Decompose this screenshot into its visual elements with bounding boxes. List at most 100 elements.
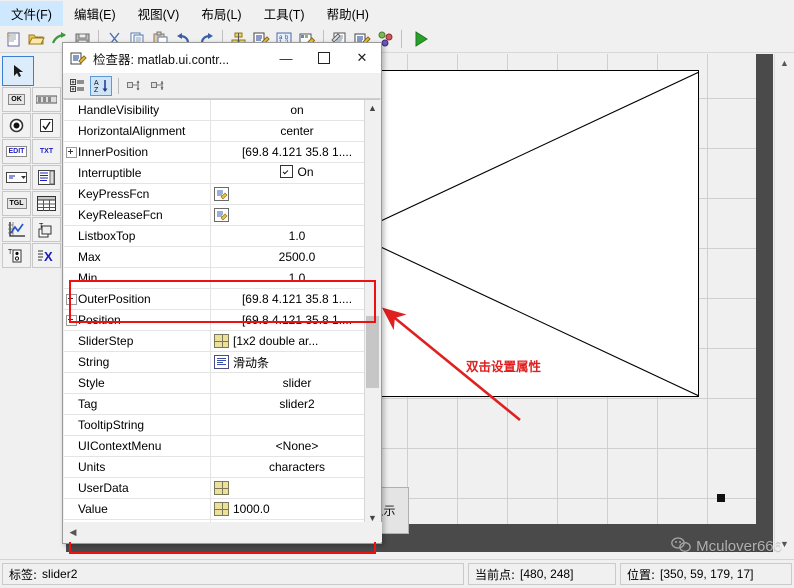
minimize-button[interactable]: —: [267, 44, 305, 73]
inspector-horizontal-scrollbar[interactable]: ◀: [64, 522, 382, 542]
figure-resize-handle[interactable]: [717, 494, 725, 502]
property-grid[interactable]: HandleVisibility on▼ HorizontalAlignment ce…: [64, 99, 380, 525]
property-value-cell[interactable]: [69.8 4.121 35.8 1....․․․․: [210, 141, 380, 163]
slider-icon[interactable]: [32, 87, 61, 112]
menu-tools[interactable]: 工具(T): [253, 1, 316, 26]
property-row[interactable]: Position [69.8 4.121 35.8 1....․․․․: [64, 309, 380, 331]
property-row[interactable]: SliderStep [1x2 double ar...: [64, 330, 380, 352]
annotation-text: 双击设置属性: [466, 359, 542, 374]
property-value-cell[interactable]: [210, 204, 380, 226]
checkbox-icon[interactable]: [280, 165, 294, 179]
property-row[interactable]: Min 1.0: [64, 267, 380, 289]
array-editor-icon[interactable]: [214, 481, 229, 495]
property-value-cell[interactable]: 滑动条: [210, 351, 380, 373]
pointer-icon[interactable]: [2, 56, 34, 86]
property-row[interactable]: ListboxTop 1.0: [64, 225, 380, 247]
property-value-cell[interactable]: On: [210, 162, 380, 184]
string-editor-icon[interactable]: [214, 355, 229, 369]
row-spacer: [64, 247, 78, 268]
property-value-cell[interactable]: 2500.0: [210, 246, 380, 268]
property-row[interactable]: String 滑动条: [64, 351, 380, 373]
expand-icon[interactable]: [64, 310, 78, 331]
toggle-button-icon[interactable]: TGL: [2, 191, 31, 216]
inspector-title-bar[interactable]: 检查器: matlab.ui.contr... — ✕: [63, 43, 381, 74]
grid-scroll-up-icon[interactable]: ▲: [365, 100, 380, 115]
property-name: SliderStep: [78, 334, 134, 348]
property-value-cell[interactable]: <None>▼: [210, 435, 380, 457]
property-row[interactable]: OuterPosition [69.8 4.121 35.8 1....․․․․: [64, 288, 380, 310]
expand-icon[interactable]: [64, 142, 78, 163]
check-box-icon[interactable]: [32, 113, 61, 138]
run-icon[interactable]: [410, 28, 432, 50]
property-row[interactable]: KeyPressFcn: [64, 183, 380, 205]
menu-help[interactable]: 帮助(H): [316, 1, 380, 26]
property-value-cell[interactable]: [69.8 4.121 35.8 1....․․․․: [210, 288, 380, 310]
property-row[interactable]: KeyReleaseFcn: [64, 204, 380, 226]
expand-all-icon[interactable]: [123, 76, 145, 96]
property-value-cell[interactable]: characters▼: [210, 456, 380, 478]
property-grid-scrollbar[interactable]: ▲ ▼: [364, 100, 380, 525]
property-value-cell[interactable]: on▼: [210, 100, 380, 121]
axes-icon[interactable]: [2, 217, 31, 242]
property-value-cell[interactable]: [69.8 4.121 35.8 1....․․․․: [210, 309, 380, 331]
close-button[interactable]: ✕: [343, 44, 381, 73]
grid-scroll-thumb[interactable]: [366, 316, 379, 388]
property-value-cell[interactable]: [210, 477, 380, 499]
function-handle-icon[interactable]: [214, 208, 229, 222]
menu-file[interactable]: 文件(F): [0, 0, 63, 26]
button-group-icon[interactable]: T: [2, 243, 31, 268]
property-value-cell[interactable]: [1x2 double ar...: [210, 330, 380, 352]
menu-layout[interactable]: 布局(L): [190, 1, 252, 26]
menu-edit[interactable]: 编辑(E): [63, 1, 127, 26]
canvas-vertical-scrollbar[interactable]: ▲ ▼: [774, 54, 794, 552]
property-row[interactable]: UIContextMenu <None>▼: [64, 435, 380, 457]
property-value-cell[interactable]: slider2: [210, 393, 380, 415]
array-editor-icon[interactable]: [214, 334, 229, 348]
property-row[interactable]: Style slider▼: [64, 372, 380, 394]
row-spacer: [64, 352, 78, 373]
property-row[interactable]: TooltipString: [64, 414, 380, 436]
property-value-cell[interactable]: 1.0: [210, 225, 380, 247]
property-row[interactable]: HorizontalAlignment center▼: [64, 120, 380, 142]
sort-alphabetically-icon[interactable]: AZ: [90, 76, 112, 96]
property-name: Position: [78, 313, 121, 327]
scroll-up-icon[interactable]: ▲: [775, 54, 794, 71]
hscroll-left-icon[interactable]: ◀: [64, 523, 82, 541]
expand-icon[interactable]: [64, 289, 78, 310]
open-icon[interactable]: [25, 28, 47, 50]
property-value: [1x2 double ar...: [233, 334, 319, 348]
property-row[interactable]: UserData: [64, 477, 380, 499]
property-row[interactable]: InnerPosition [69.8 4.121 35.8 1....․․․․: [64, 141, 380, 163]
table-icon[interactable]: [32, 191, 61, 216]
property-value-cell[interactable]: 1000.0: [210, 498, 380, 520]
radio-button-icon[interactable]: [2, 113, 31, 138]
property-value-cell[interactable]: 1.0: [210, 267, 380, 289]
property-name: Value: [78, 502, 108, 516]
property-value-cell[interactable]: center▼: [210, 120, 380, 142]
property-row[interactable]: Value 1000.0: [64, 498, 380, 520]
property-row[interactable]: Tag slider2: [64, 393, 380, 415]
menu-view[interactable]: 视图(V): [127, 1, 191, 26]
property-row[interactable]: Interruptible On: [64, 162, 380, 184]
listbox-icon[interactable]: [32, 165, 61, 190]
function-handle-icon[interactable]: [214, 187, 229, 201]
property-value: on: [290, 103, 304, 117]
maximize-button[interactable]: [305, 44, 343, 73]
property-inspector-dialog[interactable]: 检查器: matlab.ui.contr... — ✕ AZ HandleVis…: [62, 42, 382, 554]
property-value-cell[interactable]: [210, 414, 380, 436]
edit-text-icon[interactable]: EDIT: [2, 139, 31, 164]
group-by-category-icon[interactable]: [66, 76, 88, 96]
property-value-cell[interactable]: [210, 183, 380, 205]
property-value-cell[interactable]: slider▼: [210, 372, 380, 394]
property-row[interactable]: Max 2500.0: [64, 246, 380, 268]
pop-up-menu-icon[interactable]: [2, 165, 31, 190]
property-row[interactable]: HandleVisibility on▼: [64, 100, 380, 121]
new-icon[interactable]: [2, 28, 24, 50]
activex-control-icon[interactable]: X: [32, 243, 61, 268]
array-editor-icon[interactable]: [214, 502, 229, 516]
collapse-all-icon[interactable]: [147, 76, 169, 96]
push-button-icon[interactable]: OK: [2, 87, 31, 112]
property-row[interactable]: Units characters▼: [64, 456, 380, 478]
panel-icon[interactable]: T: [32, 217, 61, 242]
static-text-icon[interactable]: TXT: [32, 139, 61, 164]
